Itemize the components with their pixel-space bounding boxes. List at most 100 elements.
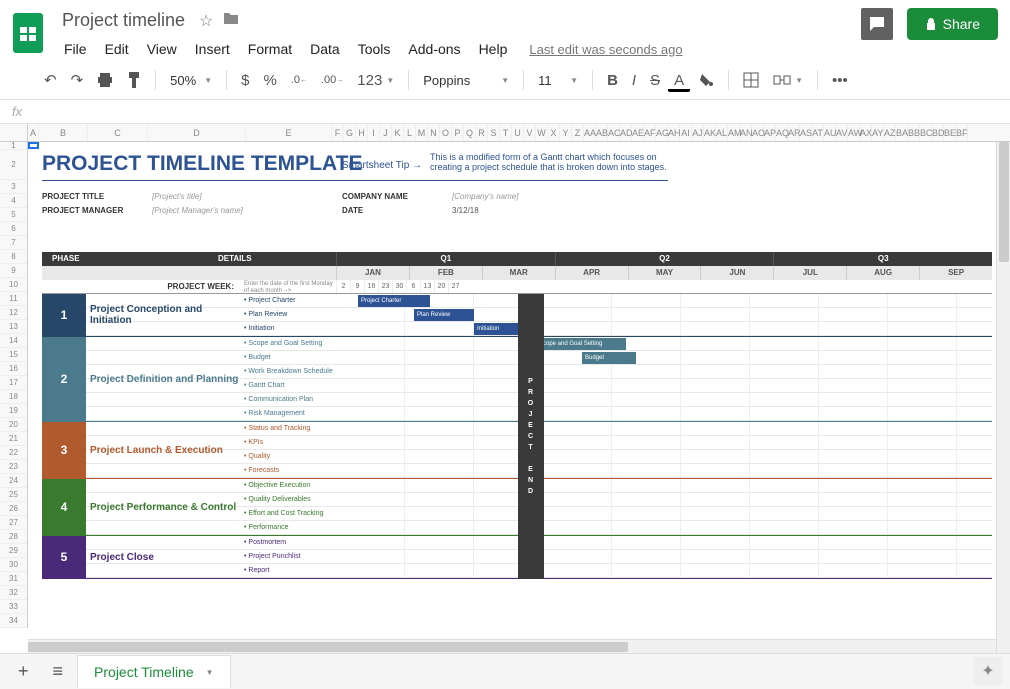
row-header[interactable]: 1: [0, 142, 27, 150]
column-header[interactable]: AC: [608, 124, 620, 141]
undo-button[interactable]: ↶: [38, 67, 63, 93]
column-header[interactable]: AA: [584, 124, 596, 141]
move-folder-icon[interactable]: [223, 11, 239, 30]
row-header[interactable]: 10: [0, 278, 27, 292]
column-header[interactable]: AM: [728, 124, 740, 141]
column-header[interactable]: AD: [620, 124, 632, 141]
menu-insert[interactable]: Insert: [187, 37, 238, 61]
doc-title[interactable]: Project timeline: [58, 8, 189, 33]
row-header[interactable]: 33: [0, 600, 27, 614]
italic-button[interactable]: I: [626, 68, 642, 93]
all-sheets-button[interactable]: ≡: [43, 655, 74, 688]
column-header[interactable]: E: [246, 124, 332, 141]
column-header[interactable]: R: [476, 124, 488, 141]
column-header[interactable]: AL: [716, 124, 728, 141]
row-header[interactable]: 34: [0, 614, 27, 628]
row-header[interactable]: 3: [0, 180, 27, 194]
row-header[interactable]: 6: [0, 222, 27, 236]
column-header[interactable]: BE: [944, 124, 956, 141]
vertical-scrollbar[interactable]: [996, 142, 1010, 653]
zoom-select[interactable]: 50%▼: [164, 69, 218, 92]
row-header[interactable]: 31: [0, 572, 27, 586]
column-header[interactable]: C: [88, 124, 148, 141]
row-header[interactable]: 23: [0, 460, 27, 474]
row-header[interactable]: 32: [0, 586, 27, 600]
column-header[interactable]: AR: [788, 124, 800, 141]
column-header[interactable]: BF: [956, 124, 968, 141]
column-header[interactable]: X: [548, 124, 560, 141]
menu-file[interactable]: File: [56, 37, 95, 61]
explore-button[interactable]: ✦: [974, 657, 1002, 685]
column-header[interactable]: AI: [680, 124, 692, 141]
tip-link[interactable]: Smartsheet Tip →: [342, 160, 422, 171]
row-header[interactable]: 28: [0, 530, 27, 544]
decrease-decimal-button[interactable]: .0←: [285, 70, 313, 90]
font-select[interactable]: Poppins▼: [417, 69, 515, 92]
menu-format[interactable]: Format: [240, 37, 300, 61]
column-header[interactable]: S: [488, 124, 500, 141]
borders-button[interactable]: [737, 68, 765, 92]
strikethrough-button[interactable]: S: [644, 68, 666, 93]
percent-button[interactable]: %: [257, 68, 282, 93]
currency-button[interactable]: $: [235, 68, 255, 93]
column-header[interactable]: AQ: [776, 124, 788, 141]
comments-icon[interactable]: [861, 8, 893, 40]
add-sheet-button[interactable]: +: [8, 655, 39, 688]
column-header[interactable]: BB: [908, 124, 920, 141]
row-header[interactable]: 22: [0, 446, 27, 460]
more-toolbar-button[interactable]: •••: [826, 68, 854, 93]
column-header[interactable]: T: [500, 124, 512, 141]
column-header[interactable]: J: [380, 124, 392, 141]
row-header[interactable]: 25: [0, 488, 27, 502]
more-formats-button[interactable]: 123▼: [351, 68, 400, 93]
column-header[interactable]: Y: [560, 124, 572, 141]
row-header[interactable]: 9: [0, 264, 27, 278]
column-header[interactable]: AJ: [692, 124, 704, 141]
column-header[interactable]: BC: [920, 124, 932, 141]
column-header[interactable]: Z: [572, 124, 584, 141]
column-header[interactable]: N: [428, 124, 440, 141]
column-header[interactable]: M: [416, 124, 428, 141]
sheet-tab[interactable]: Project Timeline ▼: [77, 655, 231, 688]
row-header[interactable]: 2: [0, 150, 27, 180]
column-header[interactable]: AH: [668, 124, 680, 141]
row-header[interactable]: 12: [0, 306, 27, 320]
sheets-icon[interactable]: [8, 8, 48, 58]
menu-data[interactable]: Data: [302, 37, 348, 61]
bold-button[interactable]: B: [601, 68, 624, 93]
row-header[interactable]: 19: [0, 404, 27, 418]
paint-format-button[interactable]: [121, 68, 147, 92]
menu-edit[interactable]: Edit: [97, 37, 137, 61]
increase-decimal-button[interactable]: .00→: [315, 70, 349, 90]
print-button[interactable]: [91, 69, 119, 91]
column-header[interactable]: G: [344, 124, 356, 141]
horizontal-scrollbar[interactable]: [28, 639, 996, 653]
column-header[interactable]: AB: [596, 124, 608, 141]
menu-help[interactable]: Help: [471, 37, 516, 61]
column-header[interactable]: AS: [800, 124, 812, 141]
row-header[interactable]: 21: [0, 432, 27, 446]
column-header[interactable]: L: [404, 124, 416, 141]
row-header[interactable]: 11: [0, 292, 27, 306]
formula-input[interactable]: [34, 100, 1010, 123]
row-header[interactable]: 16: [0, 362, 27, 376]
column-header[interactable]: AF: [644, 124, 656, 141]
column-header[interactable]: AK: [704, 124, 716, 141]
row-header[interactable]: 26: [0, 502, 27, 516]
column-header[interactable]: H: [356, 124, 368, 141]
column-header[interactable]: F: [332, 124, 344, 141]
row-header[interactable]: 15: [0, 348, 27, 362]
column-header[interactable]: K: [392, 124, 404, 141]
column-header[interactable]: W: [536, 124, 548, 141]
merge-button[interactable]: ▼: [767, 69, 809, 91]
column-header[interactable]: AP: [764, 124, 776, 141]
grid[interactable]: PROJECT TIMELINE TEMPLATE Smartsheet Tip…: [28, 142, 998, 628]
menu-add-ons[interactable]: Add-ons: [400, 37, 468, 61]
row-header[interactable]: 14: [0, 334, 27, 348]
row-header[interactable]: 13: [0, 320, 27, 334]
column-header[interactable]: U: [512, 124, 524, 141]
column-header[interactable]: B: [39, 124, 88, 141]
column-header[interactable]: AV: [836, 124, 848, 141]
column-header[interactable]: P: [452, 124, 464, 141]
row-header[interactable]: 20: [0, 418, 27, 432]
